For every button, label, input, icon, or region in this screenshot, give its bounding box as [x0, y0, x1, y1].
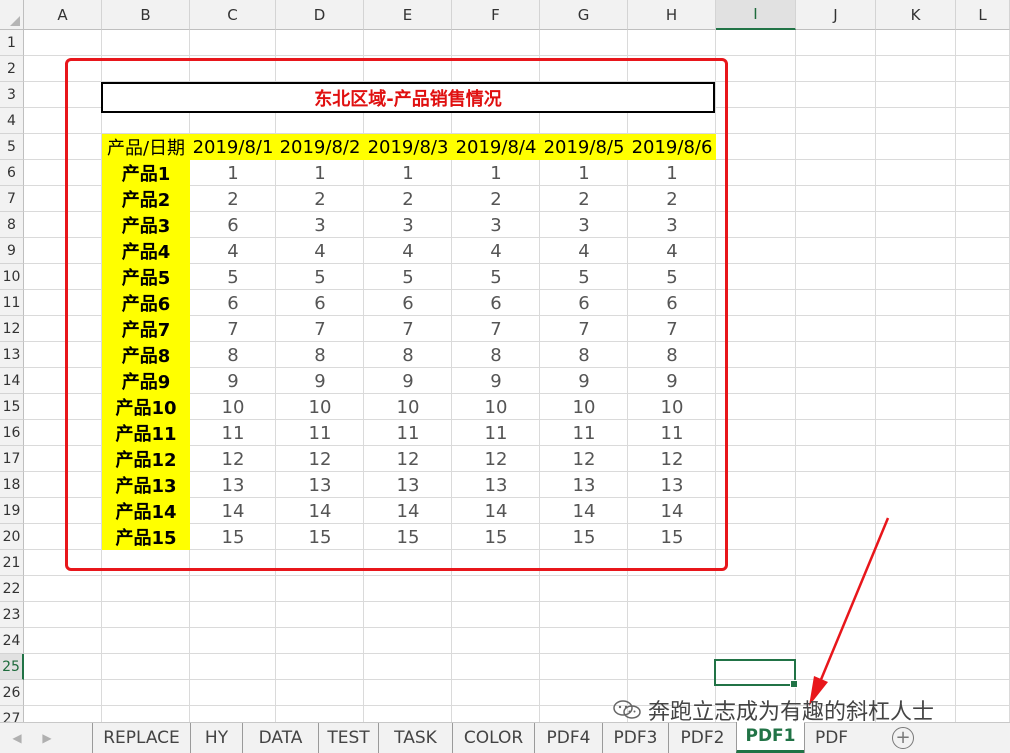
sheet-tab-replace[interactable]: REPLACE	[92, 723, 190, 753]
row-header-18[interactable]: 18	[0, 472, 24, 498]
row-header-8[interactable]: 8	[0, 212, 24, 238]
row-header-6[interactable]: 6	[0, 160, 24, 186]
wechat-icon	[613, 700, 641, 719]
row-header-19[interactable]: 19	[0, 498, 24, 524]
sheet-tab-pdf4[interactable]: PDF4	[534, 723, 602, 753]
grid-hline	[24, 55, 1010, 56]
row-header-1[interactable]: 1	[0, 30, 24, 56]
sheet-tab-test[interactable]: TEST	[318, 723, 378, 753]
column-header-h[interactable]: H	[628, 0, 716, 30]
add-sheet-label: +	[895, 727, 911, 748]
row-header-4[interactable]: 4	[0, 108, 24, 134]
sheet-tab-pdf1[interactable]: PDF1	[736, 722, 804, 753]
watermark: 奔跑立志成为有趣的斜杠人士	[612, 694, 934, 726]
grid-hline	[24, 627, 1010, 628]
row-header-23[interactable]: 23	[0, 602, 24, 628]
row-header-17[interactable]: 17	[0, 446, 24, 472]
spreadsheet-grid[interactable]: A B C D E F G H I J K L 1 2 3 4 5 6 7 8 9 10 11 12 13 14 15 16 17 18 1…	[0, 0, 1010, 722]
row-header-14[interactable]: 14	[0, 368, 24, 394]
row-header-16[interactable]: 16	[0, 420, 24, 446]
sheet-tab-bar: ◀ ▶ REPLACE HY DATA TEST TASK COLOR PDF4 PDF3 PD…	[0, 722, 1010, 753]
grid-hline	[24, 601, 1010, 602]
add-sheet-button[interactable]: +	[892, 727, 914, 749]
row-header-26[interactable]: 26	[0, 680, 24, 706]
column-header-e[interactable]: E	[364, 0, 452, 30]
column-header-k[interactable]: K	[876, 0, 956, 30]
grid-hline	[24, 653, 1010, 654]
row-header-9[interactable]: 9	[0, 238, 24, 264]
row-header-2[interactable]: 2	[0, 56, 24, 82]
column-header-b[interactable]: B	[102, 0, 190, 30]
sheet-tab-pdf[interactable]: PDF	[804, 723, 858, 753]
sheet-tab-task[interactable]: TASK	[378, 723, 452, 753]
row-header-22[interactable]: 22	[0, 576, 24, 602]
row-header-27[interactable]: 27	[0, 706, 24, 722]
row-header-11[interactable]: 11	[0, 290, 24, 316]
grid-hline	[24, 575, 1010, 576]
column-header-l[interactable]: L	[956, 0, 1010, 30]
row-header-24[interactable]: 24	[0, 628, 24, 654]
row-header-10[interactable]: 10	[0, 264, 24, 290]
row-header-20[interactable]: 20	[0, 524, 24, 550]
red-frame-annotation	[65, 58, 728, 571]
row-header-5[interactable]: 5	[0, 134, 24, 160]
next-sheet-icon[interactable]: ▶	[36, 727, 58, 749]
row-header-3[interactable]: 3	[0, 82, 24, 108]
sheet-tab-color[interactable]: COLOR	[452, 723, 534, 753]
row-header-7[interactable]: 7	[0, 186, 24, 212]
column-header-f[interactable]: F	[452, 0, 540, 30]
column-header-d[interactable]: D	[276, 0, 364, 30]
column-header-a[interactable]: A	[24, 0, 102, 30]
selected-cell[interactable]	[714, 659, 798, 688]
sheet-tab-hy[interactable]: HY	[190, 723, 242, 753]
select-all-corner[interactable]	[0, 0, 24, 30]
sheet-tab-pdf3[interactable]: PDF3	[602, 723, 668, 753]
row-header-13[interactable]: 13	[0, 342, 24, 368]
watermark-text: 奔跑立志成为有趣的斜杠人士	[648, 700, 935, 725]
column-header-g[interactable]: G	[540, 0, 628, 30]
prev-sheet-icon[interactable]: ◀	[6, 727, 28, 749]
grid-hline	[24, 679, 1010, 680]
row-header-25[interactable]: 25	[0, 654, 24, 680]
column-header-i[interactable]: I	[716, 0, 796, 30]
column-header-j[interactable]: J	[796, 0, 876, 30]
row-header-12[interactable]: 12	[0, 316, 24, 342]
row-header-15[interactable]: 15	[0, 394, 24, 420]
column-header-c[interactable]: C	[190, 0, 276, 30]
sheet-tab-pdf2[interactable]: PDF2	[668, 723, 736, 753]
row-header-21[interactable]: 21	[0, 550, 24, 576]
sheet-tab-data[interactable]: DATA	[242, 723, 318, 753]
